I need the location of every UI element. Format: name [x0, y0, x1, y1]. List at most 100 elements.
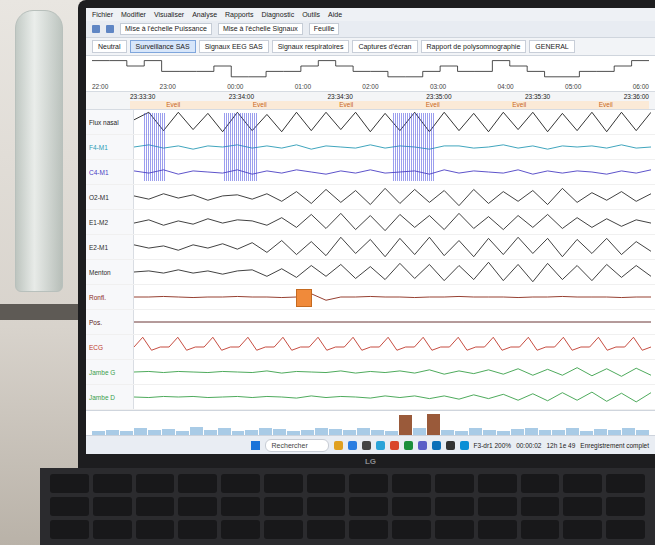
channel-label[interactable]: E1-M2	[86, 210, 134, 234]
menu-item[interactable]: Fichier	[92, 10, 113, 19]
hypnogram-chart[interactable]	[92, 57, 649, 81]
tab[interactable]: Surveillance SAS	[130, 40, 196, 53]
ruler-spacer	[86, 92, 130, 109]
toolbar: Mise à l'échelle Puissance Mise à l'échel…	[86, 21, 655, 38]
key[interactable]	[136, 520, 175, 539]
key[interactable]	[521, 520, 560, 539]
key[interactable]	[50, 520, 89, 539]
key[interactable]	[392, 497, 431, 516]
app-icon[interactable]	[432, 441, 441, 450]
menu-item[interactable]: Diagnostic	[261, 10, 294, 19]
key[interactable]	[563, 520, 602, 539]
channel-row: Flux nasal	[86, 110, 655, 135]
key[interactable]	[478, 474, 517, 493]
tab[interactable]: Signaux EEG SAS	[199, 40, 269, 53]
channel-label[interactable]: O2-M1	[86, 185, 134, 209]
windows-icon[interactable]	[251, 441, 260, 450]
key[interactable]	[521, 474, 560, 493]
overview-bar	[566, 428, 579, 435]
tab[interactable]: Neutral	[92, 40, 127, 53]
channel-label[interactable]: ECG	[86, 335, 134, 359]
key[interactable]	[136, 497, 175, 516]
channel-label[interactable]: Flux nasal	[86, 110, 134, 134]
channel-label[interactable]: E2-M1	[86, 235, 134, 259]
key[interactable]	[392, 520, 431, 539]
overview-bar	[427, 414, 440, 435]
search-box[interactable]: Rechercher	[265, 439, 329, 452]
app-icon[interactable]	[446, 441, 455, 450]
key[interactable]	[307, 474, 346, 493]
tool-icon[interactable]	[92, 25, 100, 33]
app-icon[interactable]	[418, 441, 427, 450]
menu-item[interactable]: Modifier	[121, 10, 146, 19]
key[interactable]	[521, 497, 560, 516]
event-mark[interactable]	[393, 113, 434, 180]
key[interactable]	[478, 520, 517, 539]
tool-icon[interactable]	[106, 25, 114, 33]
tab[interactable]: Rapport de polysomnographie	[421, 40, 527, 53]
key[interactable]	[349, 474, 388, 493]
key[interactable]	[563, 474, 602, 493]
key[interactable]	[93, 520, 132, 539]
channel-label[interactable]: Ronfl.	[86, 285, 134, 309]
app-icon[interactable]	[460, 441, 469, 450]
key[interactable]	[136, 474, 175, 493]
key[interactable]	[93, 497, 132, 516]
menu-item[interactable]: Visualiser	[154, 10, 184, 19]
key[interactable]	[221, 474, 260, 493]
channel-label[interactable]: Jambe D	[86, 385, 134, 409]
app-icon[interactable]	[404, 441, 413, 450]
key[interactable]	[178, 520, 217, 539]
tab[interactable]: Captures d'écran	[352, 40, 417, 53]
key[interactable]	[50, 497, 89, 516]
menu-item[interactable]: Analyse	[192, 10, 217, 19]
key[interactable]	[93, 474, 132, 493]
key[interactable]	[435, 497, 474, 516]
toolbar-button[interactable]: Feuille	[309, 23, 340, 35]
toolbar-button[interactable]: Mise à l'échelle Signaux	[218, 23, 303, 35]
channel-label[interactable]: F4-M1	[86, 135, 134, 159]
app-icon[interactable]	[390, 441, 399, 450]
key[interactable]	[606, 497, 645, 516]
menu-item[interactable]: Outils	[302, 10, 320, 19]
key[interactable]	[392, 474, 431, 493]
key[interactable]	[264, 474, 303, 493]
key[interactable]	[349, 520, 388, 539]
trace-area	[134, 310, 651, 334]
key[interactable]	[221, 520, 260, 539]
toolbar-button[interactable]: Mise à l'échelle Puissance	[120, 23, 212, 35]
app-icon[interactable]	[362, 441, 371, 450]
app-icon[interactable]	[376, 441, 385, 450]
key[interactable]	[264, 497, 303, 516]
key[interactable]	[178, 497, 217, 516]
key[interactable]	[178, 474, 217, 493]
key[interactable]	[606, 474, 645, 493]
key[interactable]	[307, 497, 346, 516]
epoch-row: EveilEveilEveilEveilEveilEveil	[130, 101, 649, 109]
tab[interactable]: Signaux respiratoires	[272, 40, 350, 53]
channel-row: ECG	[86, 335, 655, 360]
channel-label[interactable]: Jambe G	[86, 360, 134, 384]
key[interactable]	[307, 520, 346, 539]
tab-bar: NeutralSurveillance SASSignaux EEG SASSi…	[86, 38, 655, 56]
key[interactable]	[435, 520, 474, 539]
menu-item[interactable]: Aide	[328, 10, 342, 19]
key[interactable]	[606, 520, 645, 539]
key[interactable]	[349, 497, 388, 516]
key[interactable]	[50, 474, 89, 493]
channel-label[interactable]: Pos.	[86, 310, 134, 334]
channel-label[interactable]: Menton	[86, 260, 134, 284]
event-mark[interactable]	[296, 289, 312, 308]
key[interactable]	[264, 520, 303, 539]
status-text: 12h 1e 49	[546, 442, 575, 449]
key[interactable]	[563, 497, 602, 516]
key[interactable]	[221, 497, 260, 516]
tab[interactable]: GENERAL	[529, 40, 574, 53]
key[interactable]	[435, 474, 474, 493]
channel-label[interactable]: C4-M1	[86, 160, 134, 184]
overview-bar	[315, 428, 328, 435]
app-icon[interactable]	[348, 441, 357, 450]
menu-item[interactable]: Rapports	[225, 10, 253, 19]
app-icon[interactable]	[334, 441, 343, 450]
key[interactable]	[478, 497, 517, 516]
